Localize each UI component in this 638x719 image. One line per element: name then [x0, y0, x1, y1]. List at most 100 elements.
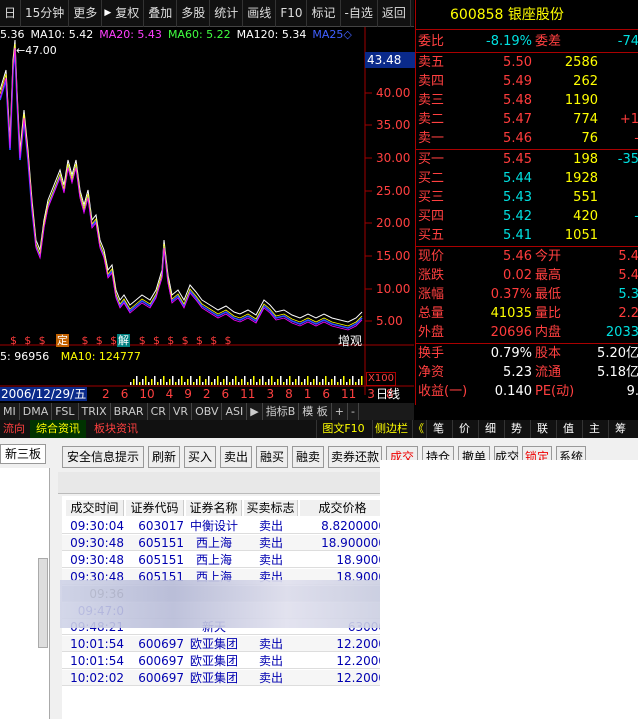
stock-title: 600858 银座股份	[416, 0, 638, 30]
volume-bar	[160, 379, 162, 385]
indicator-tab[interactable]: OBV	[192, 403, 223, 420]
trade-button-1[interactable]: 刷新	[148, 446, 180, 468]
trade-button-6[interactable]: 卖券还款	[328, 446, 382, 468]
indicator-tab[interactable]: CR	[148, 403, 170, 420]
panel-tab[interactable]: 联	[530, 420, 554, 438]
indicator-tab[interactable]: MI	[0, 403, 20, 420]
toolbar-item-8[interactable]: F10	[276, 0, 308, 27]
panel-tab[interactable]: 势	[504, 420, 528, 438]
grid-cell-name: 欧亚集团	[189, 654, 238, 669]
volume-bar	[313, 379, 315, 385]
volume-bar	[283, 382, 285, 385]
date-axis: 2006/12/29/五 2 6 10 4 9 2 6 11 3 8 1 6 11 3 8	[0, 387, 394, 401]
ask-row: 卖二 5.47 774 +1	[418, 112, 638, 127]
volume-bar	[190, 376, 192, 385]
signal-dollar: $	[181, 334, 189, 347]
info-tab[interactable]: 综合资讯	[30, 420, 86, 438]
panel-tab[interactable]: 值	[556, 420, 580, 438]
volume-bar	[265, 382, 267, 385]
volume-bar	[325, 376, 327, 385]
date-tick: 1	[303, 387, 312, 401]
grid-header[interactable]: 成交时间	[66, 500, 124, 516]
new-third-board-button[interactable]: 新三板	[0, 444, 46, 464]
info-tab[interactable]: 流向	[0, 420, 28, 438]
panel-tab[interactable]: 筹	[608, 420, 632, 438]
ask-row: 卖四 5.49 262	[418, 74, 598, 89]
kline-chart[interactable]	[0, 0, 414, 430]
volume-bar	[226, 376, 228, 385]
indicator-tab[interactable]: DMA	[20, 403, 53, 420]
toolbar-item-7[interactable]: 画线	[243, 0, 277, 27]
indicator-tab[interactable]: -	[348, 403, 359, 420]
trade-button-2[interactable]: 买入	[184, 446, 216, 468]
toolbar-item-3[interactable]: 复权	[111, 0, 145, 27]
quote-row: 委比 -8.19% 委差 -74	[418, 34, 638, 49]
toolbar-item-6[interactable]: 统计	[210, 0, 244, 27]
indicator-tabs: MI DMA FSL TRIX BRAR CR VR OBV ASI ▶ 指标B 模 板 + -	[0, 403, 414, 420]
toolbar-item-9[interactable]: 标记	[307, 0, 341, 27]
date-tick: 10	[139, 387, 155, 401]
grid-header[interactable]: 证券代码	[126, 500, 184, 516]
toolbar-item-5[interactable]: 多股	[177, 0, 211, 27]
grid-cell-flag: 卖出	[258, 654, 283, 669]
toolbar-item-11[interactable]: 返回	[378, 0, 411, 27]
signal-dollar: $	[167, 334, 175, 347]
left-scrollbar[interactable]	[38, 558, 48, 648]
trade-button-3[interactable]: 卖出	[220, 446, 252, 468]
panel-tab[interactable]: 主	[582, 420, 606, 438]
grid-cell-code: 600697	[138, 654, 184, 669]
signal-dollar: $	[138, 334, 146, 347]
volume-bar	[217, 376, 219, 385]
volume-bar	[271, 376, 273, 385]
volume-bar	[286, 379, 288, 385]
date-tick: 2	[202, 387, 211, 401]
grid-header[interactable]: 成交价格	[300, 500, 386, 516]
trade-button-4[interactable]: 融买	[256, 446, 288, 468]
toolbar-item-4[interactable]: 叠加	[144, 0, 178, 27]
info-tab[interactable]: 板块资讯	[88, 420, 144, 438]
grid-cell-price: 12.2000	[336, 637, 386, 652]
panel-tab[interactable]: 细	[478, 420, 502, 438]
toolbar-item-1[interactable]: 15分钟	[21, 0, 70, 27]
volume-bar	[304, 379, 306, 385]
toolbar-item-2[interactable]: 更多	[69, 0, 103, 27]
indicator-tab[interactable]: BRAR	[111, 403, 148, 420]
ma120-value: MA120: 5.34	[236, 28, 307, 41]
indicator-tab[interactable]: FSL	[52, 403, 79, 420]
trade-button-0[interactable]: 安全信息提示	[62, 446, 144, 468]
toolbar-item-10[interactable]: -自选	[341, 0, 378, 27]
quote-row: 现价 5.46 今开 5.4	[418, 249, 638, 264]
ma-header: 5.36 MA10: 5.42 MA20: 5.43 MA60: 5.22 MA…	[0, 27, 365, 43]
volume-bar	[310, 382, 312, 385]
indicator-tab[interactable]: VR	[170, 403, 193, 420]
indicator-tab[interactable]: 模 板	[299, 403, 332, 420]
bid-row: 买一 5.45 198 -35	[418, 152, 638, 167]
volume-bar	[139, 382, 141, 385]
panel-tab[interactable]: 《	[412, 420, 424, 438]
panel-tab[interactable]: 笔	[426, 420, 450, 438]
grid-cell-code: 605151	[138, 552, 184, 567]
grid-cell-time: 10:01:54	[70, 637, 124, 652]
panel-tab[interactable]: 价	[452, 420, 476, 438]
indicator-tab[interactable]: TRIX	[79, 403, 111, 420]
volume-bar	[340, 379, 342, 385]
panel-tab[interactable]: 图文F10	[316, 420, 370, 438]
grid-cell-flag: 卖出	[258, 637, 283, 652]
grid-header[interactable]: 证券名称	[186, 500, 242, 516]
indicator-tab[interactable]: 指标B	[263, 403, 300, 420]
indicator-tab[interactable]: ASI	[222, 403, 248, 420]
indicator-tab[interactable]: ▶	[247, 403, 263, 420]
volume-bar	[277, 379, 279, 385]
bid-row: 买五 5.41 1051	[418, 228, 598, 243]
signal-dollar: $	[153, 334, 160, 347]
toolbar-item-0[interactable]: 日	[0, 0, 22, 27]
volume-bar	[289, 376, 291, 385]
indicator-tab[interactable]: +	[332, 403, 348, 420]
volume-bar	[151, 379, 153, 385]
grid-cell-time: 10:02:02	[70, 671, 124, 686]
signal-dollar: $	[10, 334, 17, 347]
panel-tab[interactable]: 侧边栏	[372, 420, 410, 438]
grid-header[interactable]: 买卖标志	[244, 500, 298, 516]
quote-panel: 600858 银座股份 委比 -8.19% 委差 -74 卖五 5.50 2586 卖四 5.4…	[415, 0, 638, 405]
trade-button-5[interactable]: 融卖	[292, 446, 324, 468]
